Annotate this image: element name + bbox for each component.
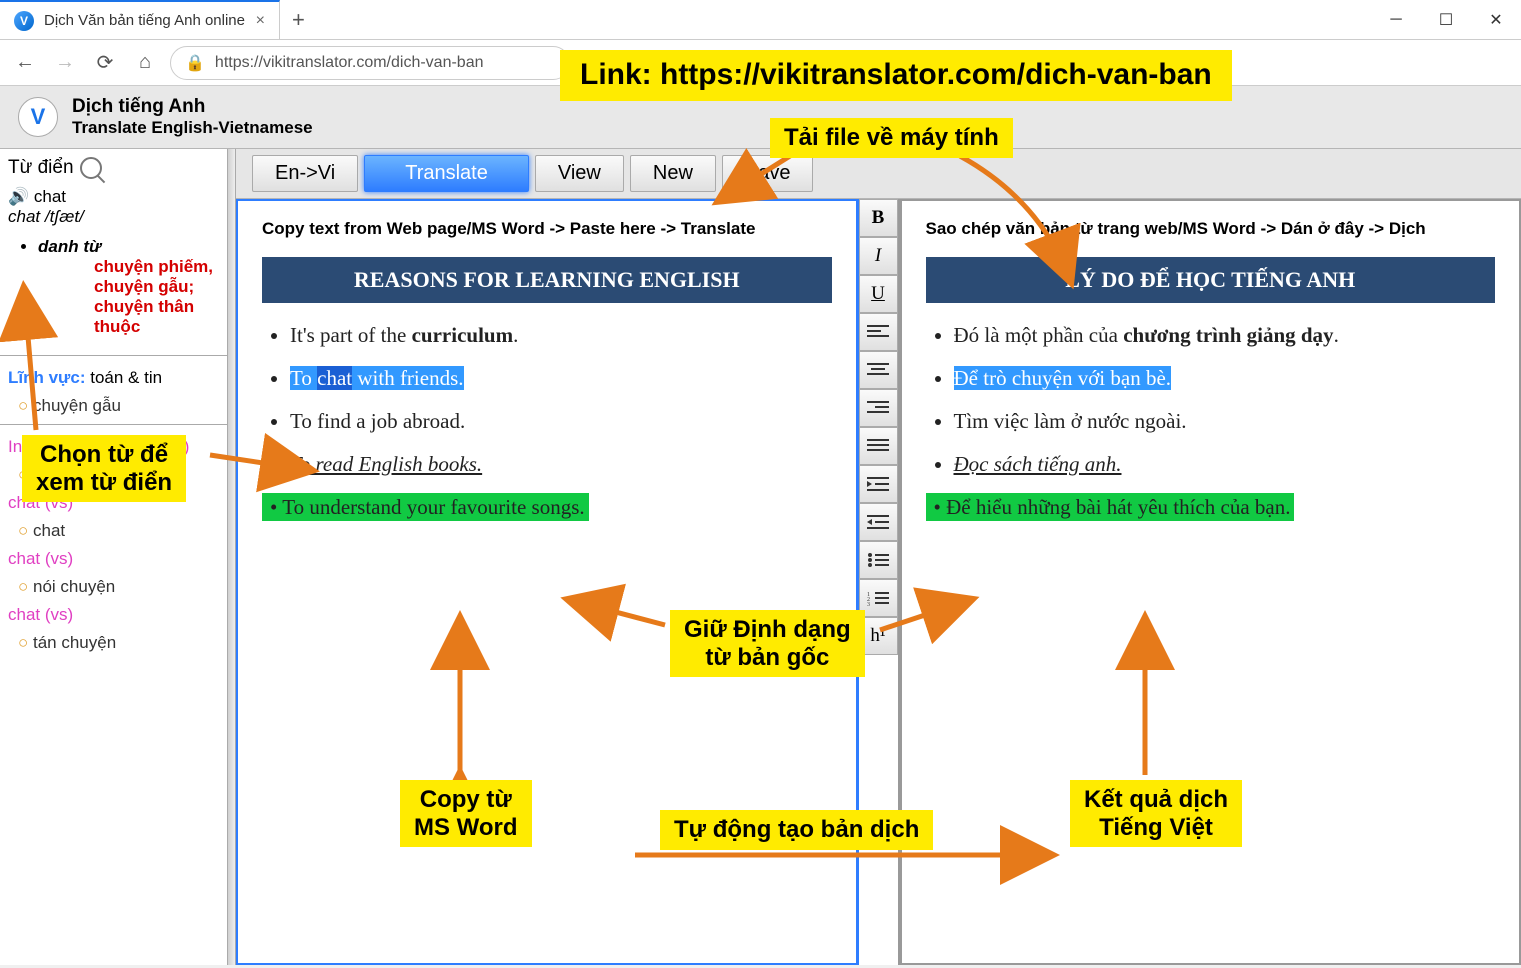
lock-icon: 🔒 — [185, 53, 205, 73]
outdent-button[interactable] — [859, 503, 898, 541]
app-header: V Dịch tiếng Anh Translate English-Vietn… — [0, 86, 1521, 149]
underline-button[interactable]: U — [859, 275, 898, 313]
dict-vs-item: nói chuyện — [18, 575, 227, 599]
window-close-button[interactable]: ✕ — [1471, 0, 1521, 40]
dict-vs-item: tán chuyện — [18, 631, 227, 655]
editors: Copy text from Web page/MS Word -> Paste… — [236, 199, 1521, 965]
target-heading: LÝ DO ĐỂ HỌC TIẾNG ANH — [926, 257, 1496, 303]
app-title-line2: Translate English-Vietnamese — [72, 118, 313, 138]
dict-vs-title: chat (vs) — [0, 543, 227, 575]
list-item: To chat with friends. — [290, 366, 832, 391]
target-editor[interactable]: Sao chép văn bản từ trang web/MS Word ->… — [900, 199, 1521, 965]
tab-title: Dịch Văn bản tiếng Anh online — [44, 12, 245, 29]
new-tab-button[interactable]: + — [280, 7, 317, 33]
align-left-button[interactable] — [859, 313, 898, 351]
target-list: Đó là một phần của chương trình giảng dạ… — [954, 323, 1496, 520]
dict-vs-title: chat (vs) — [0, 599, 227, 631]
url-bar[interactable]: 🔒 https://vikitranslator.com/dich-van-ba… — [170, 46, 570, 80]
app-logo: V — [18, 97, 58, 137]
nav-home-button[interactable]: ⌂ — [130, 48, 160, 78]
source-editor[interactable]: Copy text from Web page/MS Word -> Paste… — [236, 199, 858, 965]
sidebar-resize-handle[interactable] — [228, 149, 236, 965]
browser-navbar: ← → ⟳ ⌂ 🔒 https://vikitranslator.com/dic… — [0, 40, 1521, 86]
italic-button[interactable]: I — [859, 237, 898, 275]
app-title-line1: Dịch tiếng Anh — [72, 96, 313, 118]
translate-button[interactable]: Translate — [364, 155, 529, 192]
dict-word[interactable]: chat — [8, 187, 219, 207]
browser-titlebar: V Dịch Văn bản tiếng Anh online × + ─ ☐ … — [0, 0, 1521, 40]
list-item: To read English books. — [290, 452, 832, 477]
nav-reload-button[interactable]: ⟳ — [90, 48, 120, 78]
svg-text:3: 3 — [867, 602, 870, 606]
view-button[interactable]: View — [535, 155, 624, 192]
list-item: Để trò chuyện với bạn bè. — [954, 366, 1496, 391]
tab-close-icon[interactable]: × — [256, 12, 265, 30]
dict-irc-title: Internet relay chat (IRC) — [0, 431, 227, 463]
browser-tab[interactable]: V Dịch Văn bản tiếng Anh online × — [0, 0, 280, 39]
list-item: • To understand your favourite songs. — [262, 495, 832, 520]
heading-button[interactable]: h¹ — [859, 617, 898, 655]
dict-vs-item: chat — [18, 519, 227, 543]
window-maximize-button[interactable]: ☐ — [1421, 0, 1471, 40]
dict-meaning: chuyện phiếm, chuyện gẫu; chuyện thân th… — [94, 257, 219, 337]
save-button[interactable]: Save — [722, 155, 814, 192]
dict-vs-title: chat (vs) — [0, 487, 227, 519]
window-minimize-button[interactable]: ─ — [1371, 0, 1421, 40]
dict-linhvuc: Lĩnh vực: toán & tin — [0, 362, 227, 394]
toolbar: En->Vi Translate View New Save — [236, 149, 1521, 199]
url-text: https://vikitranslator.com/dich-van-ban — [215, 54, 484, 72]
list-bullet-button[interactable] — [859, 541, 898, 579]
align-justify-button[interactable] — [859, 427, 898, 465]
dict-pos: danh từ — [38, 237, 101, 256]
dict-label: Từ điển — [8, 157, 74, 179]
favicon: V — [14, 11, 34, 31]
dict-entry: chat chat /tʃæt/ danh từ chuyện phiếm, c… — [0, 183, 227, 349]
align-center-button[interactable] — [859, 351, 898, 389]
search-icon[interactable] — [80, 157, 102, 179]
bold-button[interactable]: B — [859, 199, 898, 237]
source-list: It's part of the curriculum. To chat wit… — [290, 323, 832, 520]
source-heading: REASONS FOR LEARNING ENGLISH — [262, 257, 832, 303]
dict-linhvuc-item: chuyện gẫu — [18, 394, 227, 418]
list-item: Tìm việc làm ở nước ngoài. — [954, 409, 1496, 434]
dict-irc-item: chương trình IRC — [18, 463, 227, 487]
content-area: En->Vi Translate View New Save Copy text… — [236, 149, 1521, 965]
list-item: • Để hiểu những bài hát yêu thích của bạ… — [926, 495, 1496, 520]
target-hint: Sao chép văn bản từ trang web/MS Word ->… — [926, 219, 1496, 239]
source-hint: Copy text from Web page/MS Word -> Paste… — [262, 219, 832, 239]
nav-forward-button[interactable]: → — [50, 48, 80, 78]
nav-back-button[interactable]: ← — [10, 48, 40, 78]
list-number-button[interactable]: 123 — [859, 579, 898, 617]
list-item: It's part of the curriculum. — [290, 323, 832, 348]
list-item: To find a job abroad. — [290, 409, 832, 434]
sidebar-dictionary: Từ điển chat chat /tʃæt/ danh từ chuyện … — [0, 149, 228, 965]
new-button[interactable]: New — [630, 155, 716, 192]
align-right-button[interactable] — [859, 389, 898, 427]
format-toolbar: B I U 123 h¹ — [858, 199, 900, 965]
indent-button[interactable] — [859, 465, 898, 503]
dict-search: Từ điển — [0, 149, 227, 183]
main-area: Từ điển chat chat /tʃæt/ danh từ chuyện … — [0, 149, 1521, 965]
lang-toggle-button[interactable]: En->Vi — [252, 155, 358, 192]
list-item: Đó là một phần của chương trình giảng dạ… — [954, 323, 1496, 348]
list-item: Đọc sách tiếng anh. — [954, 452, 1496, 477]
dict-phonetic: chat /tʃæt/ — [8, 207, 219, 227]
